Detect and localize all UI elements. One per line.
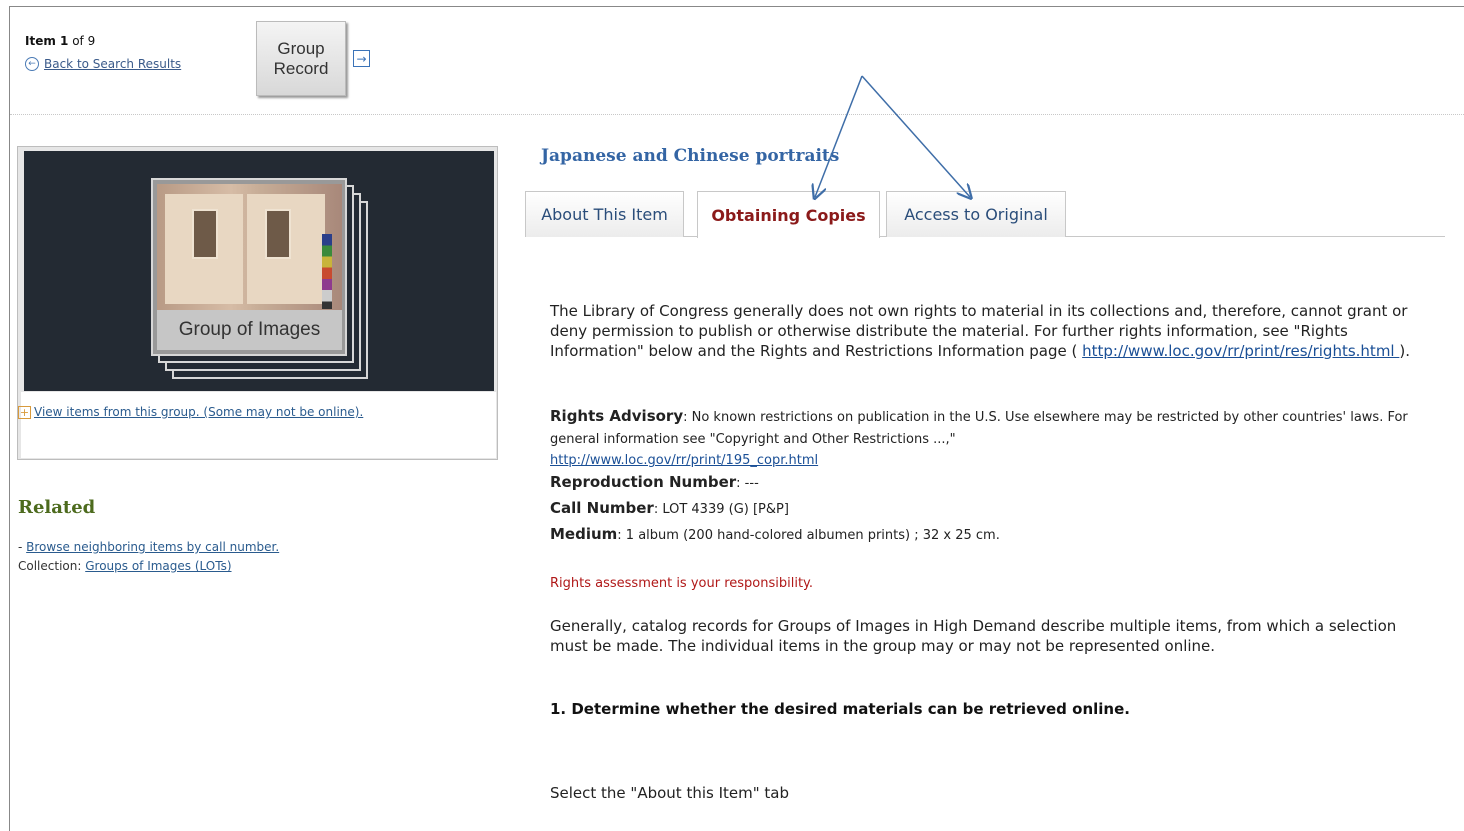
related-item-browse: - Browse neighboring items by call numbe… — [18, 538, 279, 557]
tab-bar: About This Item Obtaining Copies Access … — [525, 191, 1445, 238]
group-record-label-line1: Group — [277, 38, 325, 58]
album-image — [157, 184, 342, 312]
thumbnail-image[interactable]: Group of Images — [24, 151, 494, 391]
tab-obtaining-copies[interactable]: Obtaining Copies — [697, 191, 880, 238]
item-title: Japanese and Chinese portraits — [541, 146, 840, 166]
tab-about-this-item[interactable]: About This Item — [525, 191, 684, 237]
call-number-value: : LOT 4339 (G) [P&P] — [653, 502, 789, 517]
intro-paragraph: The Library of Congress generally does n… — [550, 302, 1430, 361]
general-paragraph: Generally, catalog records for Groups of… — [550, 617, 1397, 655]
group-record-label-line2: Record — [273, 58, 329, 78]
item-counter: Item 1 of 9 — [25, 34, 95, 48]
list-dash: - — [18, 540, 27, 554]
group-record-button[interactable]: Group Record — [256, 21, 346, 96]
back-link-label: Back to Search Results — [44, 57, 182, 71]
next-arrow-icon[interactable]: → — [353, 50, 370, 67]
group-of-images-label: Group of Images — [157, 310, 342, 350]
item-number: Item 1 — [25, 34, 69, 48]
rights-advisory-label: Rights Advisory — [550, 407, 684, 425]
view-items-link[interactable]: + View items from this group. (Some may n… — [18, 402, 478, 422]
portrait-photo — [192, 209, 218, 259]
header-divider — [10, 114, 1464, 115]
reproduction-number: Reproduction Number: --- — [550, 470, 759, 495]
intro-text-block: The Library of Congress generally does n… — [550, 302, 1430, 361]
collection-label: Collection: — [18, 559, 86, 574]
collection-link[interactable]: Groups of Images (LOTs) — [85, 559, 231, 573]
related-list: - Browse neighboring items by call numbe… — [18, 538, 279, 576]
select-tab-instruction: Select the "About this Item" tab — [550, 784, 789, 802]
rights-advisory: Rights Advisory: No known restrictions o… — [550, 404, 1430, 472]
medium-label: Medium — [550, 525, 618, 543]
call-number-label: Call Number — [550, 499, 654, 517]
reproduction-value: : --- — [736, 476, 759, 491]
related-heading: Related — [18, 497, 96, 518]
color-calibration-bar — [322, 234, 332, 309]
album-photo: Group of Images — [151, 178, 347, 356]
copyright-link[interactable]: http://www.loc.gov/rr/print/195_copr.htm… — [550, 453, 818, 468]
portrait-photo — [265, 209, 291, 259]
related-item-collection: Collection: Groups of Images (LOTs) — [18, 557, 279, 576]
medium-value: : 1 album (200 hand-colored albumen prin… — [617, 528, 1000, 543]
expand-plus-icon: + — [18, 406, 31, 419]
browse-neighboring-link[interactable]: Browse neighboring items by call number. — [26, 540, 279, 554]
call-number: Call Number: LOT 4339 (G) [P&P] — [550, 496, 789, 521]
rights-assessment-note: Rights assessment is your responsibility… — [550, 576, 814, 591]
view-items-label: View items from this group. (Some may no… — [34, 405, 364, 419]
back-to-results-link[interactable]: ← Back to Search Results — [25, 57, 181, 71]
back-arrow-icon: ← — [25, 57, 39, 71]
rights-info-link[interactable]: http://www.loc.gov/rr/print/res/rights.h… — [1082, 342, 1399, 360]
intro-end: ). — [1399, 341, 1410, 360]
reproduction-label: Reproduction Number — [550, 473, 737, 491]
tab-access-to-original[interactable]: Access to Original — [886, 191, 1066, 237]
step-one-heading: 1. Determine whether the desired materia… — [550, 700, 1130, 718]
medium: Medium: 1 album (200 hand-colored albume… — [550, 522, 1000, 547]
item-total: of 9 — [72, 34, 96, 48]
